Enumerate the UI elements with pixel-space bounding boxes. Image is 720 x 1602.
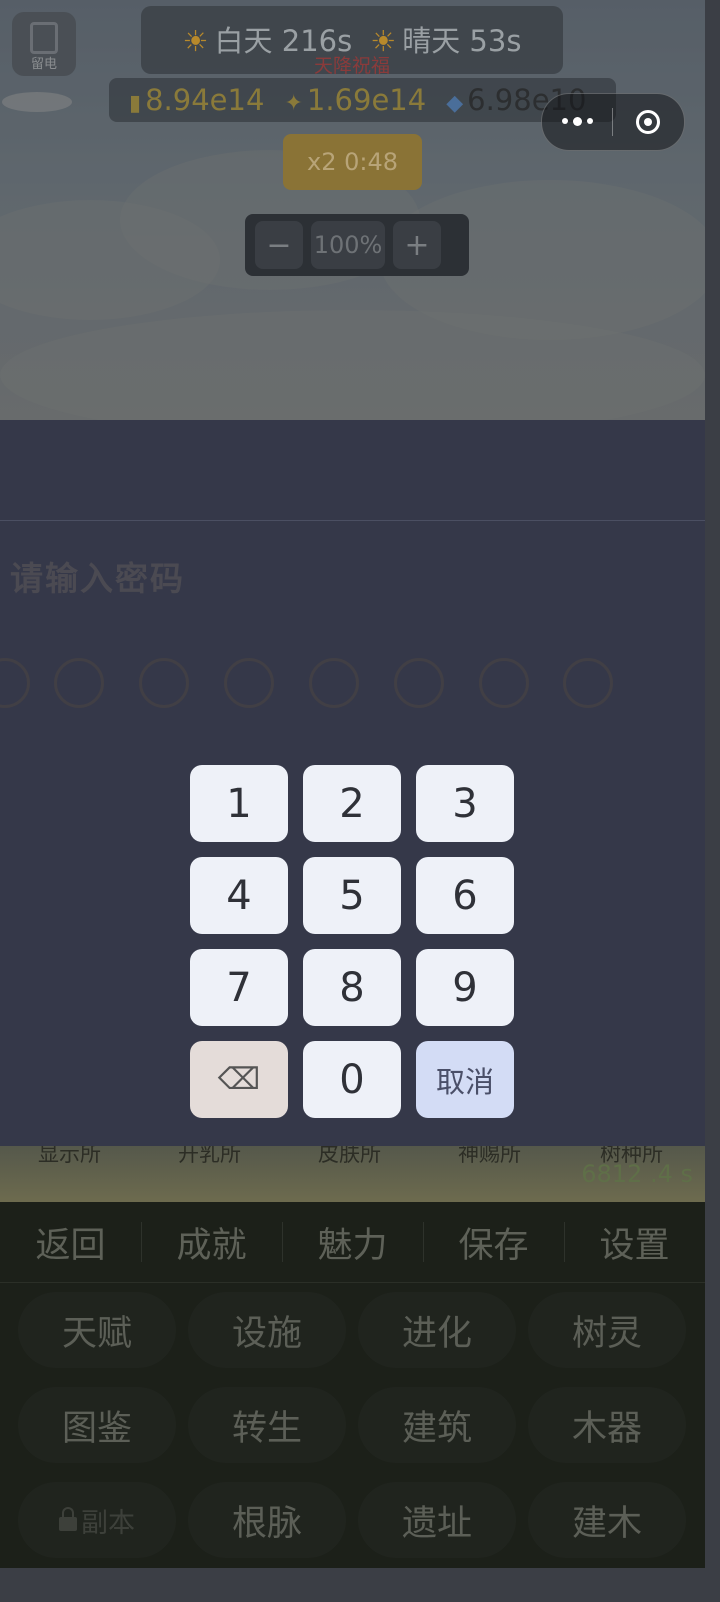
key-4[interactable]: 4 xyxy=(190,857,288,934)
lock-icon xyxy=(59,1507,77,1531)
wood-resource: ▮ 8.94e14 xyxy=(129,83,264,117)
pin-dot xyxy=(0,658,30,708)
spark-value: 1.69e14 xyxy=(306,83,427,117)
strip-label: 显示所 xyxy=(38,1146,101,1166)
more-options-button[interactable] xyxy=(542,116,612,126)
tab-settings[interactable]: 设置 xyxy=(564,1202,705,1282)
codex-button[interactable]: 图鉴 xyxy=(18,1387,176,1463)
tab-back[interactable]: 返回 xyxy=(0,1202,141,1282)
zoom-level: 100% xyxy=(311,221,385,269)
tab-save[interactable]: 保存 xyxy=(423,1202,564,1282)
key-6[interactable]: 6 xyxy=(416,857,514,934)
boost-button[interactable]: x2 0:48 xyxy=(283,134,422,190)
dialog-header xyxy=(0,420,705,521)
strip-label: 皮肤所 xyxy=(318,1146,381,1166)
pin-dot xyxy=(224,658,274,708)
menu-icon xyxy=(30,22,58,54)
bottom-navigation: 返回 成就 魅力 保存 设置 天赋 设施 进化 树灵 图鉴 转生 建筑 木器 副… xyxy=(0,1202,705,1568)
key-9[interactable]: 9 xyxy=(416,949,514,1026)
zoom-control: − 100% + xyxy=(245,214,469,276)
spark-resource: ✦ 1.69e14 xyxy=(284,83,426,117)
key-1[interactable]: 1 xyxy=(190,765,288,842)
zoom-in-button[interactable]: + xyxy=(393,221,441,269)
wood-icon: ▮ xyxy=(129,91,142,116)
pin-dot xyxy=(394,658,444,708)
gem-icon: ◆ xyxy=(446,91,464,116)
jianmu-button[interactable]: 建木 xyxy=(528,1482,686,1558)
zoom-out-button[interactable]: − xyxy=(255,221,303,269)
woodcraft-button[interactable]: 木器 xyxy=(528,1387,686,1463)
password-dialog: 请输入密码 1 2 3 4 5 6 7 8 9 ⌫ 0 取消 xyxy=(0,420,705,1146)
pin-dot xyxy=(563,658,613,708)
talent-button[interactable]: 天赋 xyxy=(18,1292,176,1368)
weather-panel: ☀ 白天 216s ☀ 晴天 53s 天降祝福 xyxy=(141,6,563,77)
key-8[interactable]: 8 xyxy=(303,949,401,1026)
key-0[interactable]: 0 xyxy=(303,1041,401,1118)
dungeon-button[interactable]: 副本 xyxy=(18,1482,176,1558)
weather-effect: 天降祝福 xyxy=(313,55,390,77)
building-strip: 显示所 开乳所 皮肤所 神赐所 树种所 6812 .4 s xyxy=(0,1146,705,1202)
tree-spirit-button[interactable]: 树灵 xyxy=(528,1292,686,1368)
key-7[interactable]: 7 xyxy=(190,949,288,1026)
wood-value: 8.94e14 xyxy=(145,83,265,117)
menu-label: 留电 xyxy=(30,57,57,72)
evolution-button[interactable]: 进化 xyxy=(358,1292,516,1368)
resource-bar: ▮ 8.94e14 ✦ 1.69e14 ◆ 6.98e10 xyxy=(109,78,616,122)
delete-button[interactable]: ⌫ xyxy=(190,1041,288,1118)
pin-dot xyxy=(139,658,189,708)
key-3[interactable]: 3 xyxy=(416,765,514,842)
close-miniprogram-button[interactable] xyxy=(613,110,683,134)
key-2[interactable]: 2 xyxy=(303,765,401,842)
sparkle-icon: ✦ xyxy=(284,91,303,116)
tab-charm[interactable]: 魅力 xyxy=(282,1202,423,1282)
facility-button[interactable]: 设施 xyxy=(188,1292,346,1368)
root-vein-button[interactable]: 根脉 xyxy=(188,1482,346,1558)
nav-tabs: 返回 成就 魅力 保存 设置 xyxy=(0,1202,705,1283)
tab-achievements[interactable]: 成就 xyxy=(141,1202,282,1282)
strip-timer: 6812 .4 s xyxy=(581,1160,693,1188)
pin-dot xyxy=(54,658,104,708)
dungeon-label: 副本 xyxy=(81,1507,135,1539)
pin-indicator xyxy=(0,658,705,708)
menu-button[interactable]: 留电 xyxy=(12,12,76,76)
key-5[interactable]: 5 xyxy=(303,857,401,934)
pin-dot xyxy=(479,658,529,708)
building-button[interactable]: 建筑 xyxy=(358,1387,516,1463)
target-icon xyxy=(636,110,660,134)
strip-label: 神赐所 xyxy=(458,1146,521,1166)
cancel-button[interactable]: 取消 xyxy=(416,1041,514,1118)
pin-dot xyxy=(309,658,359,708)
miniprogram-capsule xyxy=(541,93,685,151)
rebirth-button[interactable]: 转生 xyxy=(188,1387,346,1463)
backspace-icon: ⌫ xyxy=(217,1062,261,1097)
ruins-button[interactable]: 遗址 xyxy=(358,1482,516,1558)
dialog-title: 请输入密码 xyxy=(10,559,185,598)
strip-label: 开乳所 xyxy=(178,1146,241,1166)
